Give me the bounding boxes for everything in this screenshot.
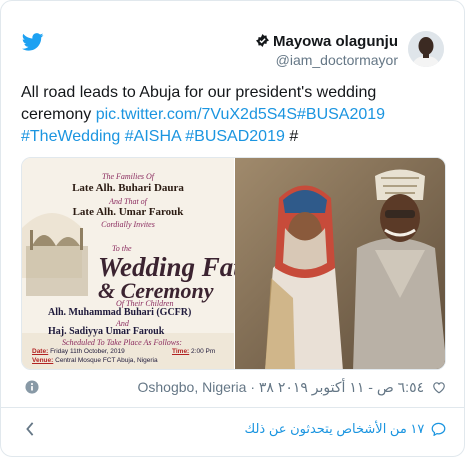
author-names[interactable]: Mayowa olagunju @iam_doctormayor <box>255 33 398 69</box>
chevron-left-icon[interactable] <box>25 422 35 436</box>
couple-photo-illustration <box>235 158 445 369</box>
tweet-text: All road leads to Abuja for our presiden… <box>21 84 386 145</box>
wedding-invitation-image: The Families Of Late Alh. Buhari Daura A… <box>22 158 248 369</box>
avatar[interactable] <box>408 31 444 67</box>
verified-badge-icon <box>255 34 269 47</box>
twitter-bird-icon[interactable] <box>22 33 44 51</box>
embedded-tweet-card: Mayowa olagunju @iam_doctormayor All roa… <box>0 0 465 457</box>
hashtags[interactable]: #TheWedding #AISHA #BUSAD2019 <box>21 128 285 145</box>
like-count: ٣٨ <box>258 379 274 395</box>
couple-photo <box>235 158 445 369</box>
heart-icon[interactable] <box>432 381 446 394</box>
speech-bubble-icon <box>431 422 446 436</box>
tweet-footer: ١٧ من الأشخاص يتحدثون عن ذلك <box>21 418 446 440</box>
author-handle: @iam_doctormayor <box>275 52 398 68</box>
tweet-media[interactable]: The Families Of Late Alh. Buhari Daura A… <box>21 157 446 370</box>
author-display-name: Mayowa olagunju <box>272 33 398 50</box>
discussion-link[interactable]: ١٧ من الأشخاص يتحدثون عن ذلك <box>245 418 447 440</box>
location[interactable]: Oshogbo, Nigeria <box>138 379 247 395</box>
info-icon[interactable] <box>25 380 39 394</box>
avatar-image <box>408 31 444 67</box>
divider <box>1 407 465 408</box>
timestamp[interactable]: ٦:٥٤ ص - ١١ أكتوبر ٢٠١٩ <box>278 379 424 395</box>
discussion-text: ١٧ من الأشخاص يتحدثون عن ذلك <box>244 421 425 436</box>
meta-separator: · <box>250 379 256 395</box>
tweet-meta: Oshogbo, Nigeria · ٦:٥٤ ص - ١١ أكتوبر ٢٠… <box>21 377 446 397</box>
media-link[interactable]: pic.twitter.com/7VuX2d5S4S <box>96 106 297 123</box>
tweet-header: Mayowa olagunju @iam_doctormayor <box>1 21 465 71</box>
hashtag-busa2019[interactable]: #BUSA2019 <box>297 106 385 123</box>
